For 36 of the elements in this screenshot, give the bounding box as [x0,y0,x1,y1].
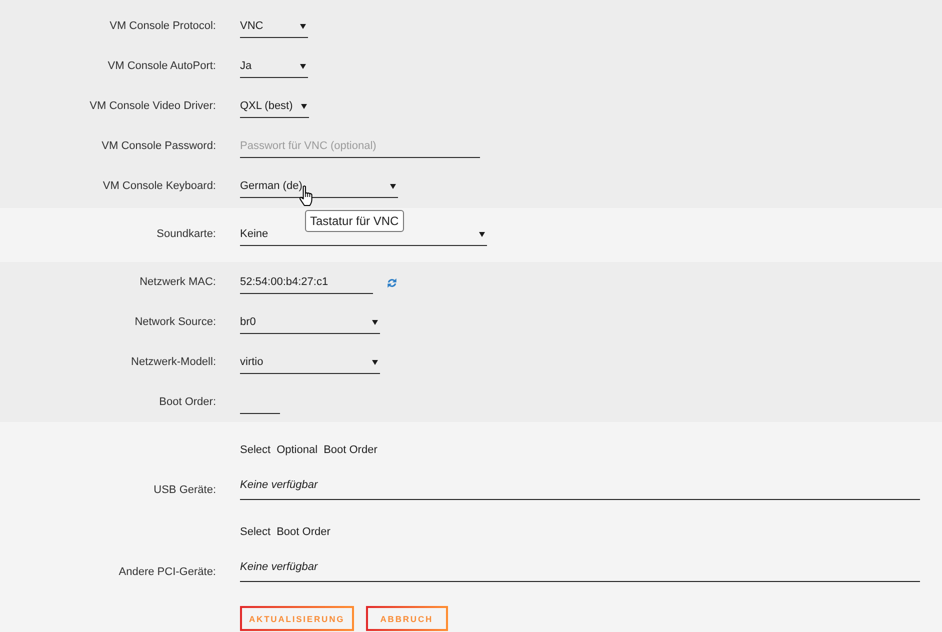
empty-list-message: Keine verfügbar [240,475,920,500]
field-label: Boot Order: [158,395,216,410]
caret-icon [372,320,378,324]
field-label: Soundkarte: [156,227,216,242]
dropdown[interactable]: virtio [240,352,380,374]
tooltip: Tastatur für VNC [305,210,404,232]
dropdown[interactable]: Ja [240,56,308,78]
dropdown[interactable]: Keine [240,224,487,246]
field-label: Andere PCI-Geräte: [118,565,216,580]
text-input[interactable]: 52:54:00:b4:27:c1 [240,272,373,294]
field-label: Network Source: [134,315,216,330]
caret-icon [372,360,378,364]
column-header: Boot Order [324,443,378,458]
refresh-icon[interactable] [387,278,397,288]
field-label: Netzwerk-Modell: [130,355,216,370]
caret-icon [300,64,306,68]
column-header: Select [240,525,271,540]
caret-icon [479,232,485,236]
text-input[interactable]: Passwort für VNC (optional) [240,136,480,158]
field-label: Netzwerk MAC: [138,275,216,290]
field-label: VM Console AutoPort: [106,59,216,74]
empty-list-message: Keine verfügbar [240,557,920,582]
field-label: VM Console Protocol: [108,19,216,34]
dropdown[interactable]: VNC [240,16,308,38]
field-label: VM Console Password: [100,139,216,154]
column-header: Boot Order [276,525,330,540]
field-label: VM Console Keyboard: [102,179,216,194]
column-header: Optional [276,443,318,458]
caret-icon [300,104,307,108]
dropdown[interactable]: br0 [240,312,380,334]
dropdown[interactable]: QXL (best) [240,96,309,118]
field-label: USB Geräte: [152,483,216,498]
caret-icon [390,184,396,188]
field-label: VM Console Video Driver: [88,99,216,114]
caret-icon [300,24,306,28]
column-header: Select [240,443,271,458]
